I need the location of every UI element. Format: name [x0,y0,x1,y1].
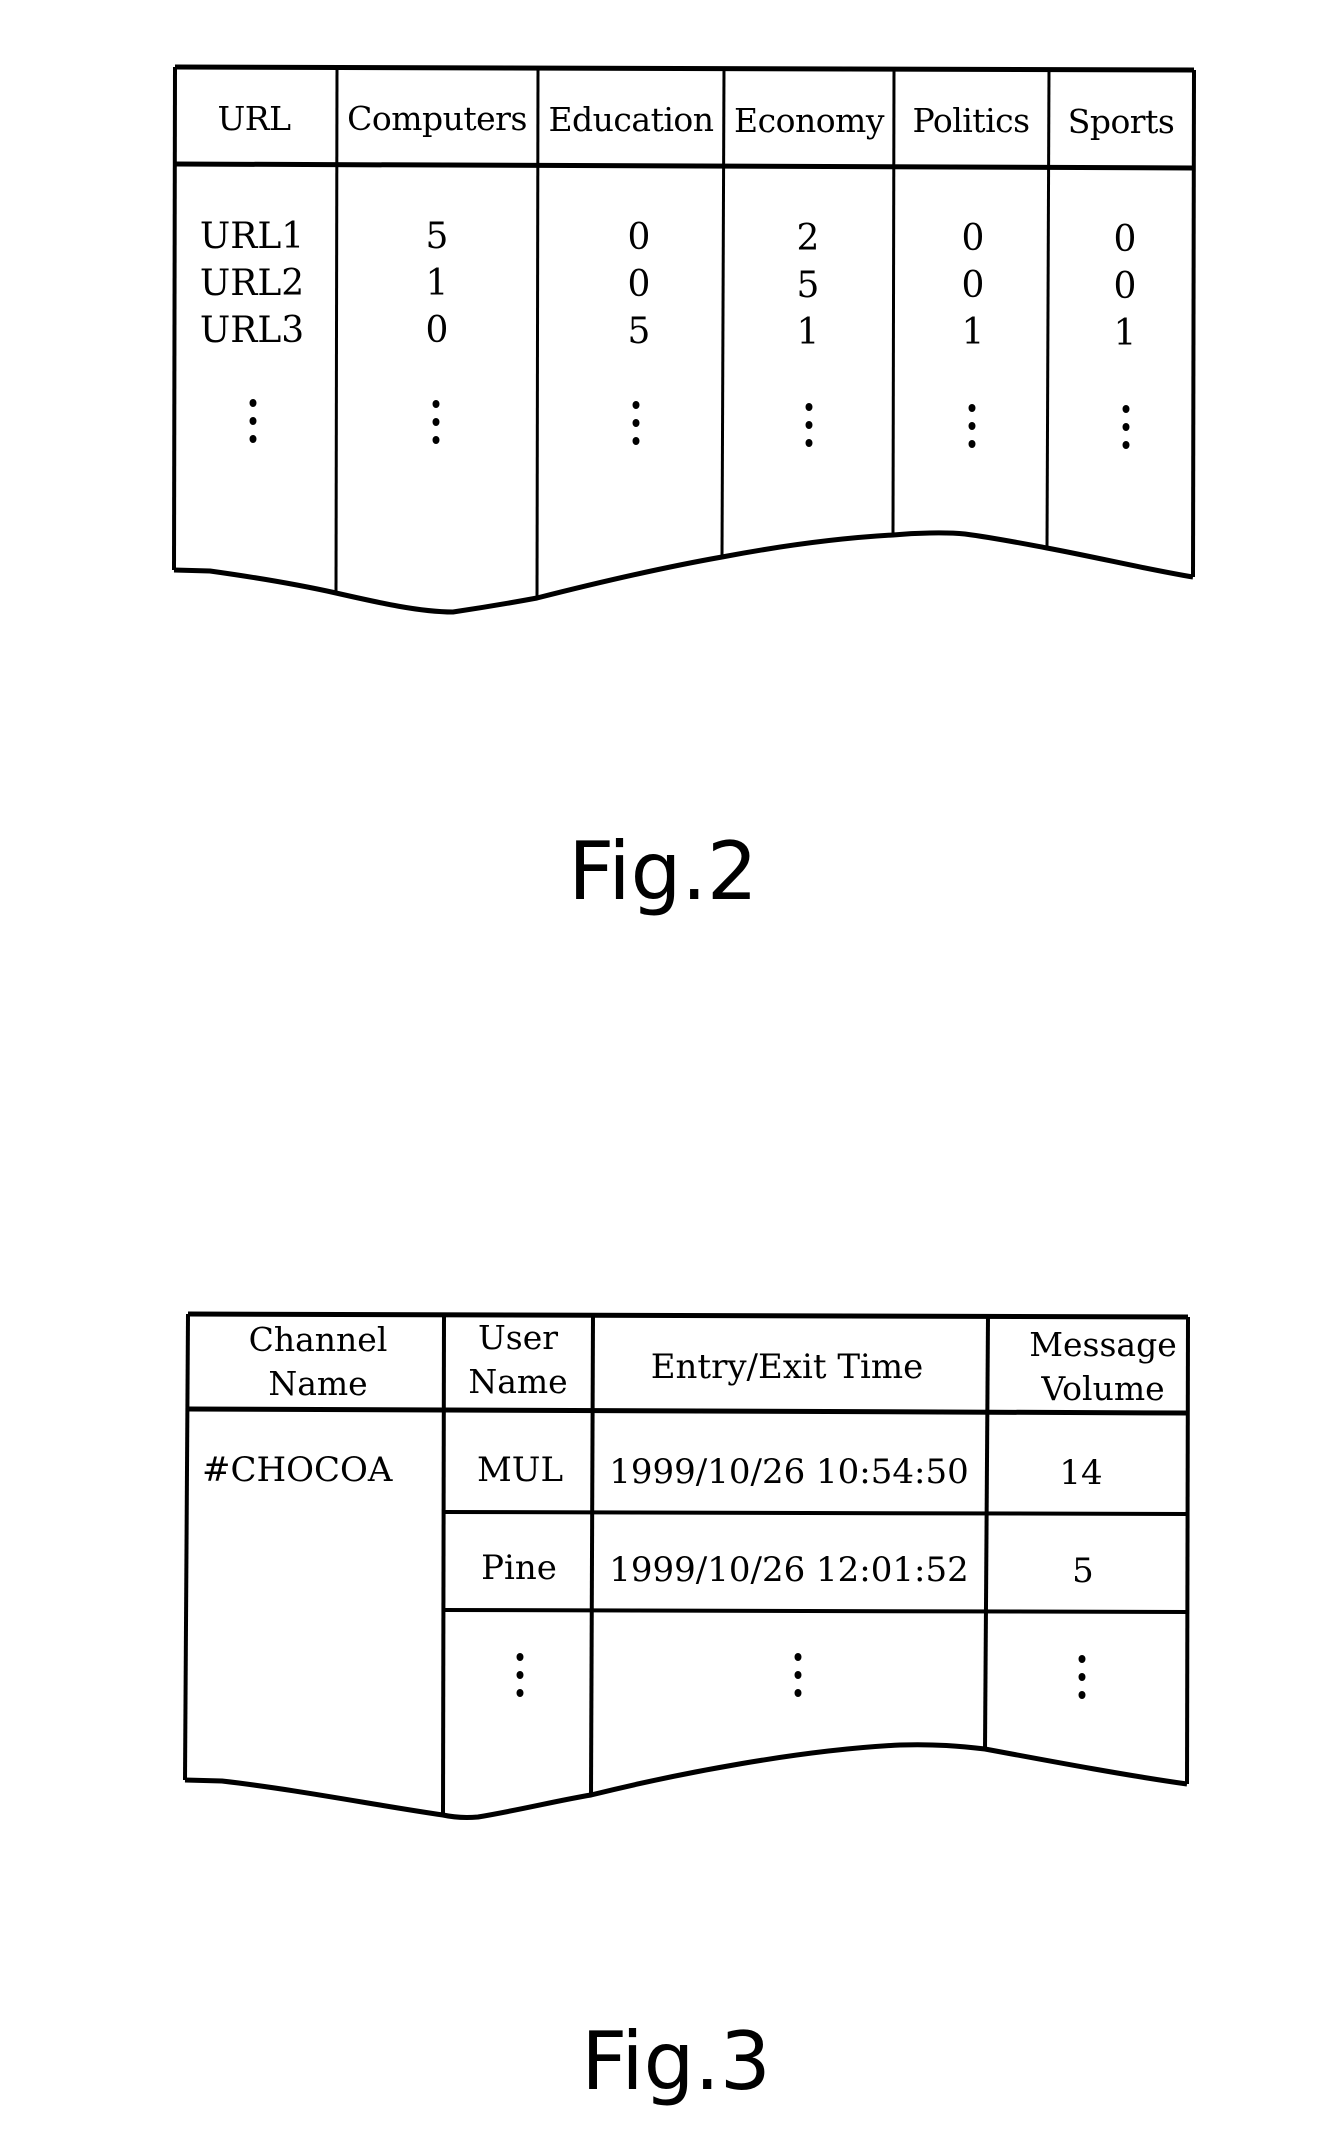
table-cell-value: 0 [961,265,985,306]
vertical-ellipsis-icon [516,1653,524,1707]
header-line: Message [1029,1325,1177,1364]
column-header-url: URL [217,99,291,138]
column-header-computers: Computers [347,99,527,138]
fig3-row-divider [442,1608,1189,1614]
fig2-header-divider [174,161,1195,171]
table-cell-value: 0 [627,264,651,305]
table-cell-value: 0 [961,218,985,259]
header-line: Channel [248,1320,388,1359]
education-column-values: 0 0 5 [628,214,651,355]
header-line: Name [468,1362,568,1401]
table-cell-time: 1999/10/26 10:54:50 [609,1452,969,1492]
table-cell-value: 2 [796,218,820,259]
sports-column-values: 0 0 1 [1114,216,1137,357]
table-cell-value: 5 [627,311,651,352]
vertical-ellipsis-icon [794,1653,802,1707]
column-header-user-name: User Name [468,1316,567,1404]
vertical-ellipsis-icon [1122,405,1130,459]
column-header-education: Education [548,100,714,139]
header-line: User [477,1318,559,1357]
column-header-economy: Economy [734,101,885,140]
fig3-col-divider [983,1315,990,1750]
vertical-ellipsis-icon [632,401,640,455]
fig2-wavy-bottom [173,530,1194,615]
fig2-right-border [1191,69,1196,578]
figure-caption-fig3: Fig.3 [581,2015,771,2108]
table-cell-url: URL3 [199,310,305,351]
fig3-top-border [187,1311,1189,1320]
fig2-col-divider [891,68,896,536]
column-header-sports: Sports [1067,102,1175,141]
fig2-col-divider [1045,68,1051,549]
fig2-top-border [174,64,1195,73]
table-cell-user: MUL [476,1450,564,1490]
table-cell-value: 1 [796,312,820,353]
fig2-col-divider [535,67,540,601]
table-cell-value: 5 [425,216,449,257]
table-cell-value: 0 [627,217,651,258]
column-header-channel-name: Channel Name [249,1318,388,1406]
header-line: Name [268,1364,368,1403]
vertical-ellipsis-icon [249,399,257,453]
figure-caption-fig2: Fig.2 [568,825,758,918]
politics-column-values: 0 0 1 [962,215,985,356]
fig3-right-border [1185,1316,1190,1785]
url-column-values: URL1 URL2 URL3 [200,213,304,354]
vertical-ellipsis-icon [432,400,440,454]
computers-column-values: 5 1 0 [426,213,449,354]
table-cell-url: URL1 [199,216,305,257]
fig3-col-divider [441,1313,446,1816]
economy-column-values: 2 5 1 [797,215,820,356]
vertical-ellipsis-icon [805,403,813,457]
table-cell-value: 0 [1113,266,1137,307]
vertical-ellipsis-icon [968,404,976,458]
table-cell-value: 1 [1113,313,1137,354]
fig3-row-divider [442,1510,1189,1516]
table-cell-channel: #CHOCOA [202,1450,393,1490]
table-cell-value: 5 [796,265,820,306]
table-cell-value: 1 [961,312,985,353]
header-line: Volume [1041,1369,1165,1408]
fig2-table-frame [172,64,1196,615]
table-cell-value: 0 [1113,219,1137,260]
fig2-col-divider [334,66,339,594]
fig2-left-border [172,66,177,571]
column-header-entry-exit-time: Entry/Exit Time [650,1347,924,1387]
table-cell-volume: 14 [1059,1453,1103,1493]
column-header-message-volume: Message Volume [1029,1323,1177,1411]
table-cell-volume: 5 [1072,1551,1094,1591]
table-cell-value: 0 [425,310,449,351]
fig3-left-border [183,1313,190,1781]
vertical-ellipsis-icon [1078,1655,1086,1709]
fig3-col-divider [589,1314,595,1796]
table-cell-url: URL2 [199,263,305,304]
table-cell-value: 1 [425,263,449,304]
fig3-wavy-bottom [184,1742,1188,1820]
table-cell-time: 1999/10/26 12:01:52 [609,1550,969,1590]
table-cell-user: Pine [481,1548,557,1588]
fig2-col-divider [720,67,726,558]
column-header-politics: Politics [912,101,1030,140]
